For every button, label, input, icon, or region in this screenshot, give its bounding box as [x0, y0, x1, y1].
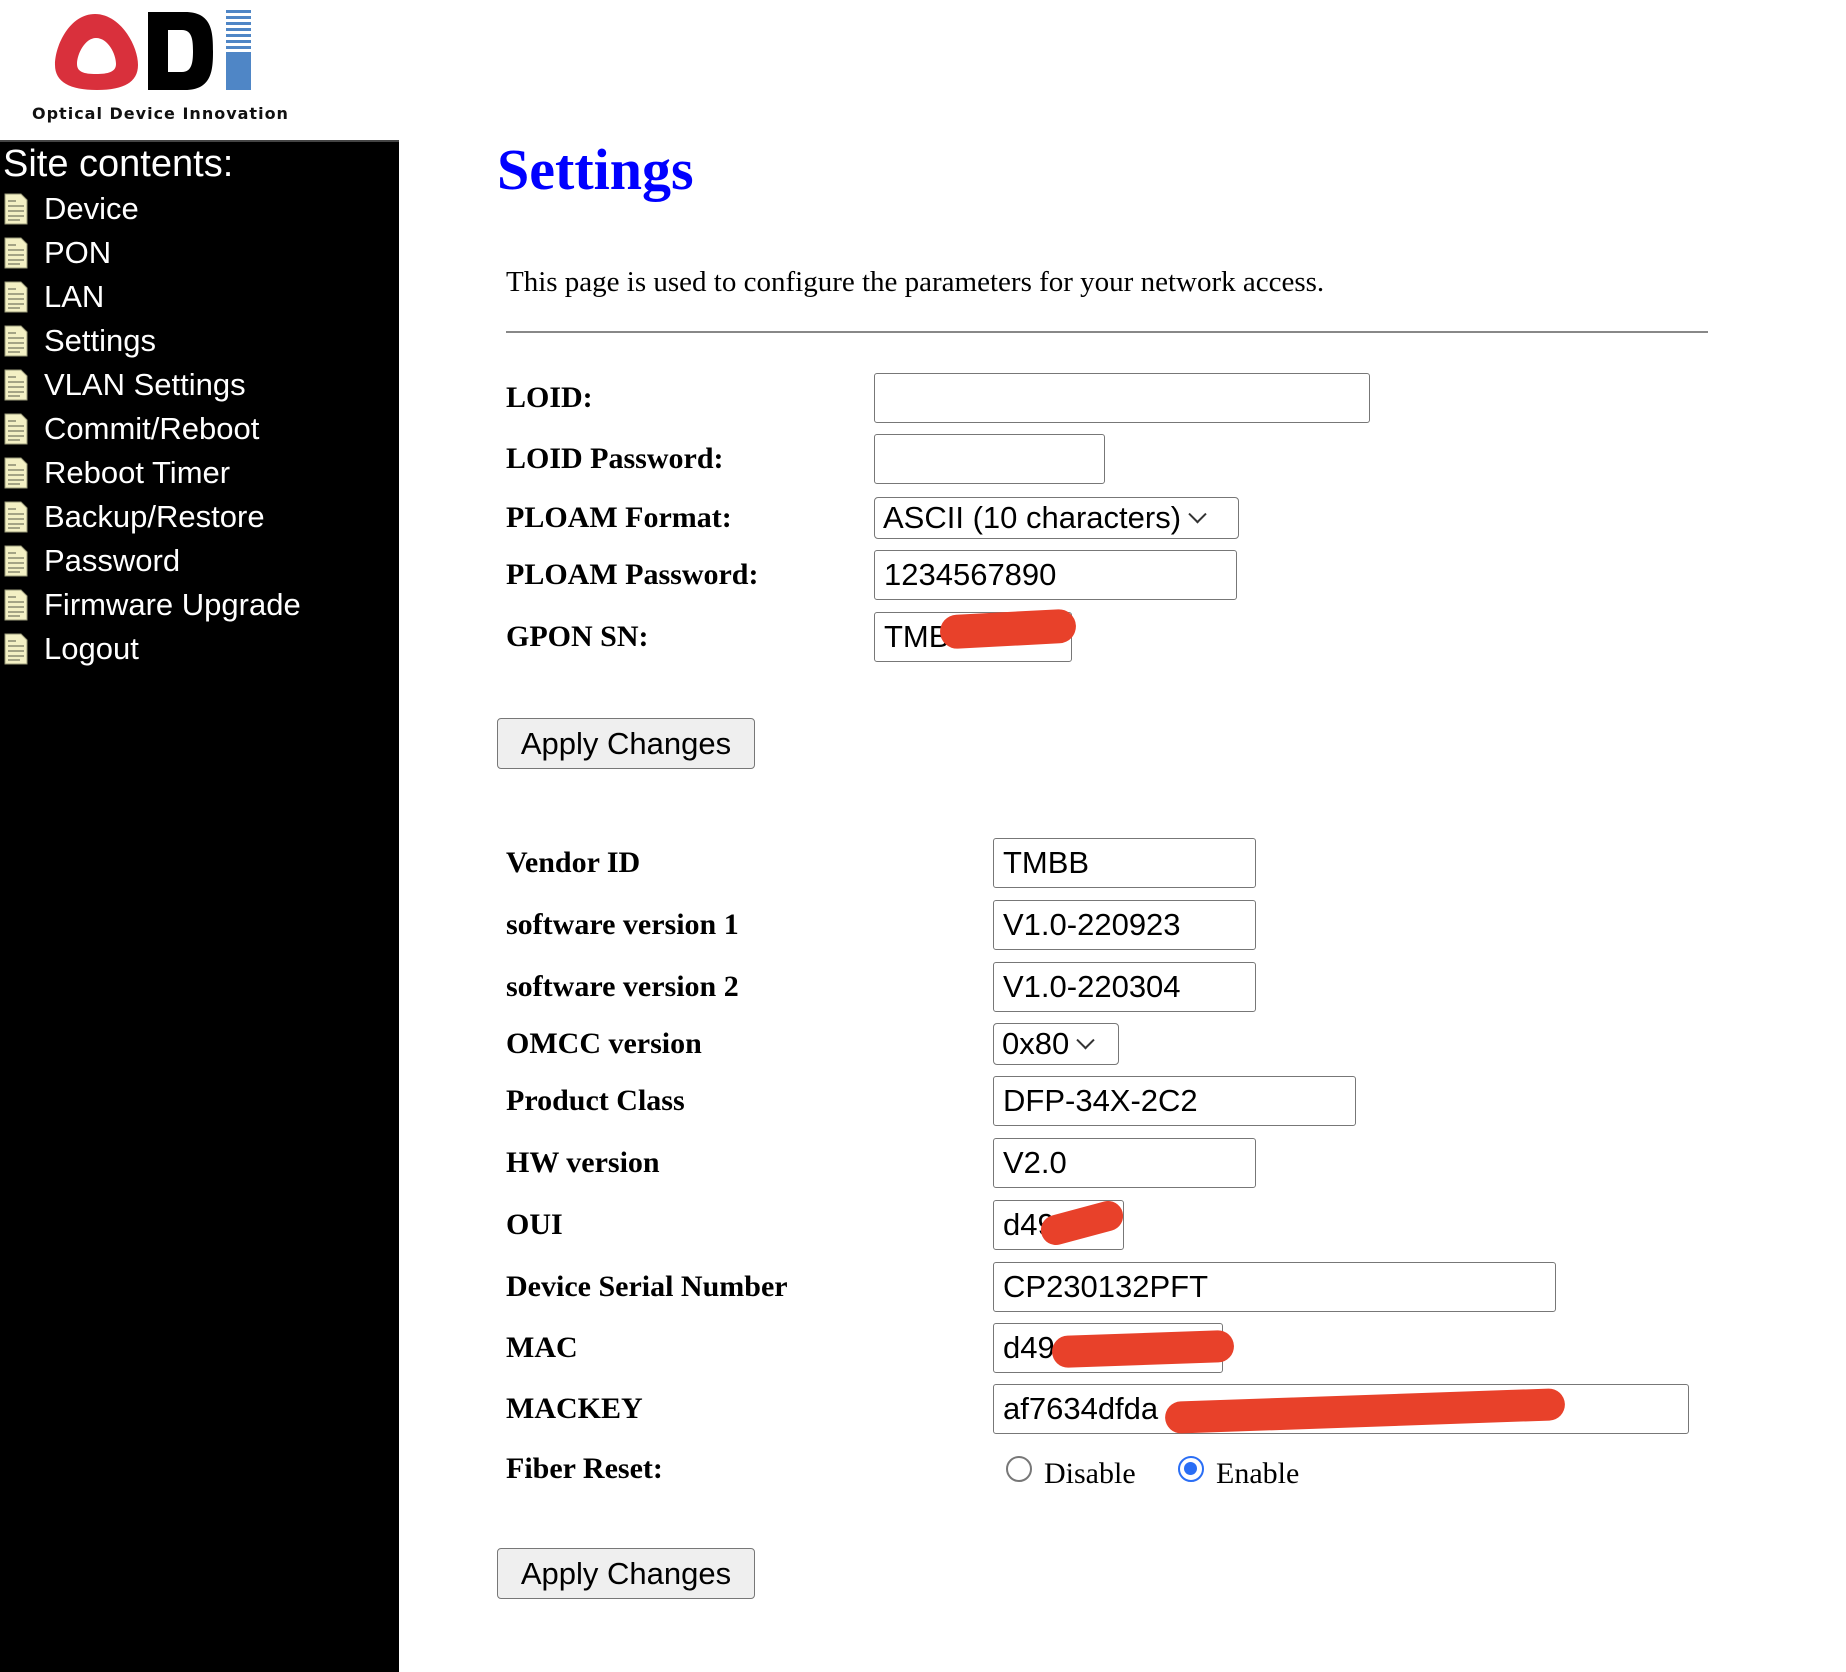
fiber-reset-enable-radio[interactable] — [1178, 1456, 1204, 1482]
device-serial-number-label: Device Serial Number — [506, 1270, 788, 1303]
document-icon — [4, 281, 28, 313]
document-icon — [4, 501, 28, 533]
hw-version-input[interactable] — [993, 1138, 1256, 1188]
sidebar-item-lan[interactable]: LAN — [4, 275, 104, 319]
software-version-1-label: software version 1 — [506, 908, 739, 941]
odi-logo: Optical Device Innovation — [0, 0, 399, 140]
device-serial-number-input[interactable] — [993, 1262, 1556, 1312]
sidebar-item-firmware-upgrade[interactable]: Firmware Upgrade — [4, 583, 301, 627]
ploam-password-label: PLOAM Password: — [506, 558, 759, 591]
document-icon — [4, 589, 28, 621]
ploam-format-label: PLOAM Format: — [506, 501, 732, 534]
document-icon — [4, 545, 28, 577]
document-icon — [4, 237, 28, 269]
omcc-version-label: OMCC version — [506, 1027, 702, 1060]
fiber-reset-disable-radio[interactable] — [1006, 1456, 1032, 1482]
chevron-down-icon — [1076, 1030, 1095, 1049]
sidebar-item-label: PON — [44, 235, 112, 270]
sidebar-item-label: VLAN Settings — [44, 367, 246, 402]
sidebar-item-logout[interactable]: Logout — [4, 627, 139, 671]
loid-password-label: LOID Password: — [506, 442, 724, 475]
fiber-reset-label: Fiber Reset: — [506, 1452, 663, 1485]
loid-input[interactable] — [874, 373, 1370, 423]
sidebar-item-label: Reboot Timer — [44, 455, 231, 490]
ploam-format-value: ASCII (10 characters) — [883, 500, 1182, 535]
sidebar-item-label: LAN — [44, 279, 105, 314]
sidebar-item-label: Password — [44, 543, 181, 578]
document-icon — [4, 633, 28, 665]
omcc-version-select[interactable]: 0x80 — [993, 1023, 1119, 1065]
product-class-input[interactable] — [993, 1076, 1356, 1126]
loid-password-input[interactable] — [874, 434, 1105, 484]
logo-subtitle: Optical Device Innovation — [32, 104, 289, 123]
sidebar-item-pon[interactable]: PON — [4, 231, 111, 275]
divider — [506, 331, 1708, 333]
sidebar-title: Site contents: — [3, 143, 234, 185]
product-class-label: Product Class — [506, 1084, 685, 1117]
sidebar-item-commit-reboot[interactable]: Commit/Reboot — [4, 407, 259, 451]
sidebar-item-vlan-settings[interactable]: VLAN Settings — [4, 363, 246, 407]
sidebar-item-backup-restore[interactable]: Backup/Restore — [4, 495, 265, 539]
redaction-mark — [939, 608, 1077, 650]
fiber-reset-disable-label: Disable — [1044, 1457, 1136, 1490]
sidebar-item-label: Backup/Restore — [44, 499, 265, 534]
sidebar-item-device[interactable]: Device — [4, 187, 139, 231]
sidebar: Site contents: Device PON LAN Settings VLAN … — [0, 140, 399, 1672]
gpon-sn-label: GPON SN: — [506, 620, 649, 653]
vendor-id-label: Vendor ID — [506, 846, 641, 879]
ploam-password-input[interactable] — [874, 550, 1237, 600]
document-icon — [4, 413, 28, 445]
sidebar-item-label: Commit/Reboot — [44, 411, 260, 446]
document-icon — [4, 193, 28, 225]
mac-label: MAC — [506, 1331, 578, 1364]
sidebar-item-settings[interactable]: Settings — [4, 319, 156, 363]
ploam-format-select[interactable]: ASCII (10 characters) — [874, 497, 1239, 539]
sidebar-item-password[interactable]: Password — [4, 539, 180, 583]
document-icon — [4, 457, 28, 489]
software-version-1-input[interactable] — [993, 900, 1256, 950]
software-version-2-label: software version 2 — [506, 970, 739, 1003]
apply-changes-button[interactable]: Apply Changes — [497, 718, 755, 769]
redaction-mark — [1051, 1329, 1235, 1369]
apply-changes-button-2[interactable]: Apply Changes — [497, 1548, 755, 1599]
sidebar-item-reboot-timer[interactable]: Reboot Timer — [4, 451, 230, 495]
omcc-version-value: 0x80 — [1002, 1026, 1070, 1061]
hw-version-label: HW version — [506, 1146, 660, 1179]
page-title: Settings — [497, 137, 694, 202]
software-version-2-input[interactable] — [993, 962, 1256, 1012]
mackey-label: MACKEY — [506, 1392, 643, 1425]
sidebar-item-label: Logout — [44, 631, 139, 666]
sidebar-item-label: Device — [44, 191, 139, 226]
sidebar-item-label: Settings — [44, 323, 157, 358]
sidebar-item-label: Firmware Upgrade — [44, 587, 301, 622]
document-icon — [4, 325, 28, 357]
page-description: This page is used to configure the param… — [506, 266, 1325, 298]
document-icon — [4, 369, 28, 401]
chevron-down-icon — [1188, 504, 1207, 523]
oui-label: OUI — [506, 1208, 563, 1241]
fiber-reset-enable-label: Enable — [1216, 1457, 1300, 1490]
vendor-id-input[interactable] — [993, 838, 1256, 888]
loid-label: LOID: — [506, 381, 593, 414]
